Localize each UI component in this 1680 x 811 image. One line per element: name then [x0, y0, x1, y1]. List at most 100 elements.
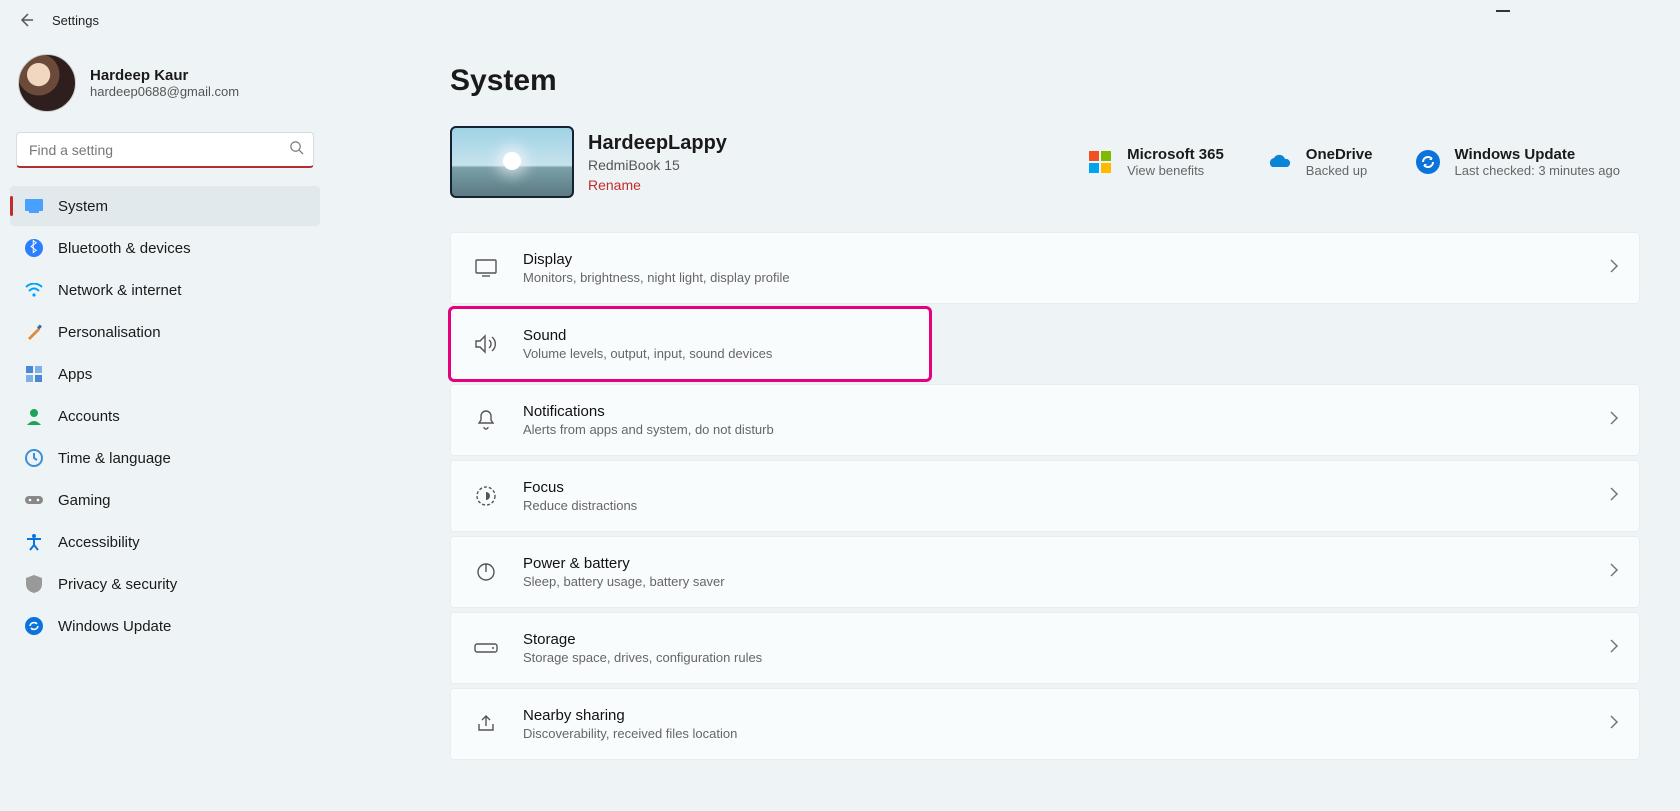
quick-links: Microsoft 365 View benefits OneDrive Bac… — [1085, 146, 1620, 178]
sidebar-item-label: Personalisation — [58, 324, 161, 341]
storage-icon — [471, 641, 501, 655]
device-name: HardeepLappy — [588, 132, 727, 155]
sidebar-item-label: Apps — [58, 366, 92, 383]
profile-block[interactable]: Hardeep Kaur hardeep0688@gmail.com — [10, 48, 320, 126]
update-icon — [24, 616, 44, 636]
item-power-battery[interactable]: Power & battery Sleep, battery usage, ba… — [450, 536, 1640, 608]
gamepad-icon — [24, 490, 44, 510]
profile-email: hardeep0688@gmail.com — [90, 84, 239, 99]
update-icon — [1413, 147, 1443, 177]
sidebar-item-system[interactable]: System — [10, 186, 320, 226]
sidebar-item-label: Privacy & security — [58, 576, 177, 593]
sidebar-item-label: Windows Update — [58, 618, 171, 635]
sidebar-item-time-language[interactable]: Time & language — [10, 438, 320, 478]
accessibility-icon — [24, 532, 44, 552]
chevron-right-icon — [1609, 258, 1619, 279]
power-icon — [471, 561, 501, 583]
item-sub: Monitors, brightness, night light, displ… — [523, 270, 1609, 285]
sidebar-item-label: Network & internet — [58, 282, 181, 299]
quicklink-sub: Backed up — [1306, 163, 1373, 178]
minimize-button[interactable] — [1496, 10, 1510, 12]
window-title: Settings — [52, 13, 99, 28]
quicklink-onedrive[interactable]: OneDrive Backed up — [1264, 146, 1373, 178]
back-button[interactable] — [12, 6, 40, 34]
sidebar-item-accounts[interactable]: Accounts — [10, 396, 320, 436]
item-storage[interactable]: Storage Storage space, drives, configura… — [450, 612, 1640, 684]
avatar — [18, 54, 76, 112]
clock-icon — [24, 448, 44, 468]
item-display[interactable]: Display Monitors, brightness, night ligh… — [450, 232, 1640, 304]
sidebar-item-bluetooth[interactable]: Bluetooth & devices — [10, 228, 320, 268]
quicklink-windows-update[interactable]: Windows Update Last checked: 3 minutes a… — [1413, 146, 1621, 178]
wifi-icon — [24, 280, 44, 300]
item-sub: Storage space, drives, configuration rul… — [523, 650, 1609, 665]
item-focus[interactable]: Focus Reduce distractions — [450, 460, 1640, 532]
chevron-right-icon — [1609, 562, 1619, 583]
item-title: Notifications — [523, 403, 1609, 420]
system-icon — [24, 196, 44, 216]
sidebar-item-label: Accounts — [58, 408, 120, 425]
nav: System Bluetooth & devices Network & int… — [10, 186, 320, 646]
chevron-right-icon — [1609, 714, 1619, 735]
chevron-right-icon — [1609, 334, 1619, 355]
item-nearby-sharing[interactable]: Nearby sharing Discoverability, received… — [450, 688, 1640, 760]
search-wrap — [16, 132, 314, 168]
item-sub: Discoverability, received files location — [523, 726, 1609, 741]
item-title: Display — [523, 251, 1609, 268]
item-sub: Alerts from apps and system, do not dist… — [523, 422, 1609, 437]
display-icon — [471, 259, 501, 277]
item-title: Storage — [523, 631, 1609, 648]
sidebar: Hardeep Kaur hardeep0688@gmail.com Syste… — [0, 40, 330, 811]
item-sub: Sleep, battery usage, battery saver — [523, 574, 1609, 589]
item-notifications[interactable]: Notifications Alerts from apps and syste… — [450, 384, 1640, 456]
sidebar-item-gaming[interactable]: Gaming — [10, 480, 320, 520]
device-info: HardeepLappy RedmiBook 15 Rename — [588, 132, 727, 193]
bluetooth-icon — [24, 238, 44, 258]
settings-list: Display Monitors, brightness, night ligh… — [450, 232, 1640, 760]
shield-icon — [24, 574, 44, 594]
quicklink-sub: View benefits — [1127, 163, 1224, 178]
sidebar-item-apps[interactable]: Apps — [10, 354, 320, 394]
sidebar-item-label: Gaming — [58, 492, 111, 509]
item-sub: Reduce distractions — [523, 498, 1609, 513]
quicklink-sub: Last checked: 3 minutes ago — [1455, 163, 1621, 178]
back-arrow-icon — [18, 12, 34, 28]
sidebar-item-windows-update[interactable]: Windows Update — [10, 606, 320, 646]
chevron-right-icon — [1609, 486, 1619, 507]
search-input[interactable] — [16, 132, 314, 168]
settings-window: Settings Hardeep Kaur hardeep0688@gmail.… — [0, 0, 1680, 811]
device-row: HardeepLappy RedmiBook 15 Rename Microso… — [450, 126, 1640, 198]
brush-icon — [24, 322, 44, 342]
sidebar-item-label: System — [58, 198, 108, 215]
sidebar-item-label: Time & language — [58, 450, 171, 467]
item-title: Focus — [523, 479, 1609, 496]
sidebar-item-privacy[interactable]: Privacy & security — [10, 564, 320, 604]
chevron-right-icon — [1609, 638, 1619, 659]
sidebar-item-label: Bluetooth & devices — [58, 240, 191, 257]
quicklink-microsoft365[interactable]: Microsoft 365 View benefits — [1085, 146, 1224, 178]
sound-icon — [471, 334, 501, 354]
person-icon — [24, 406, 44, 426]
sidebar-item-personalisation[interactable]: Personalisation — [10, 312, 320, 352]
chevron-right-icon — [1609, 410, 1619, 431]
sidebar-item-label: Accessibility — [58, 534, 140, 551]
profile-name: Hardeep Kaur — [90, 67, 239, 84]
page-title: System — [450, 64, 1640, 98]
bell-icon — [471, 409, 501, 431]
item-title: Sound — [523, 327, 909, 344]
item-sub: Volume levels, output, input, sound devi… — [523, 346, 909, 361]
sidebar-item-network[interactable]: Network & internet — [10, 270, 320, 310]
item-title: Power & battery — [523, 555, 1609, 572]
rename-link[interactable]: Rename — [588, 177, 727, 193]
device-thumbnail[interactable] — [450, 126, 574, 198]
search-icon — [289, 140, 304, 160]
titlebar: Settings — [0, 0, 1680, 40]
microsoft-icon — [1085, 147, 1115, 177]
sidebar-item-accessibility[interactable]: Accessibility — [10, 522, 320, 562]
item-title: Nearby sharing — [523, 707, 1609, 724]
quicklink-title: Windows Update — [1455, 146, 1621, 163]
item-sound[interactable]: Sound Volume levels, output, input, soun… — [450, 308, 930, 380]
device-model: RedmiBook 15 — [588, 157, 727, 173]
share-icon — [471, 713, 501, 735]
apps-icon — [24, 364, 44, 384]
